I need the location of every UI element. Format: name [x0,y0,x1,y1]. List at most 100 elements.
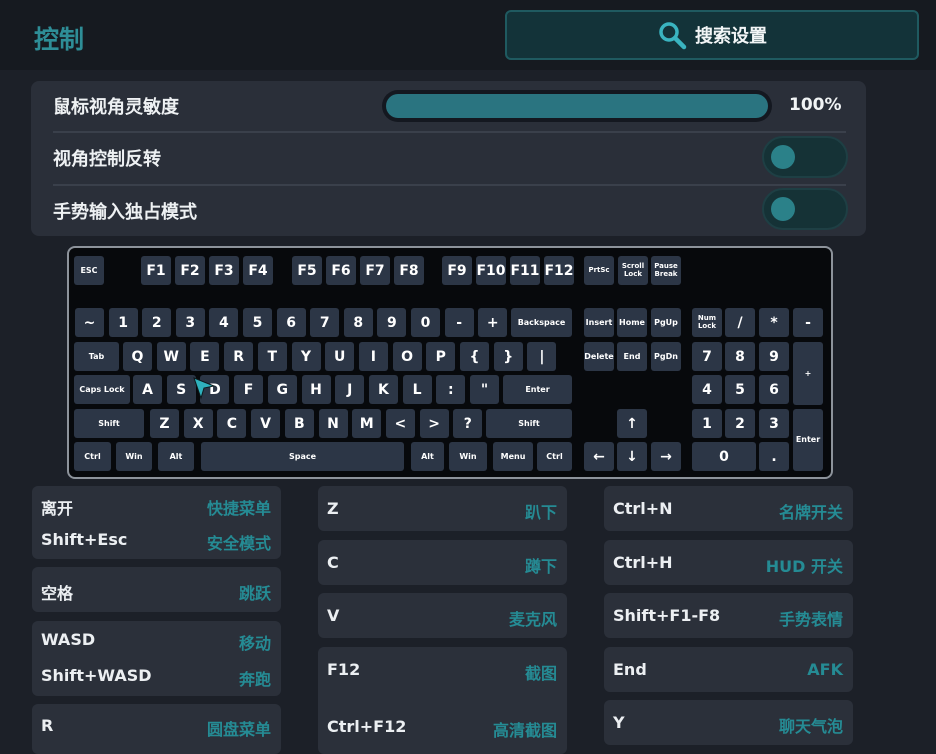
key-sym[interactable]: > [419,409,449,438]
key-r[interactable]: R [224,342,254,371]
key-insert[interactable]: Insert [584,308,614,337]
key-w[interactable]: W [156,342,186,371]
key-menu[interactable]: Menu [493,442,533,471]
key-sym[interactable]: : [436,375,466,404]
key-1[interactable]: 1 [692,409,722,438]
key-sym[interactable]: ? [453,409,483,438]
key-f3[interactable]: F3 [209,256,239,285]
key-2[interactable]: 2 [725,409,755,438]
key-alt[interactable]: Alt [411,442,444,471]
binding-card[interactable]: 空格 跳跃 [32,567,281,612]
key-sym[interactable]: + [478,308,508,337]
key-delete[interactable]: Delete [584,342,614,371]
gesture-toggle[interactable] [762,188,848,230]
key-h[interactable]: H [301,375,331,404]
key-home[interactable]: Home [617,308,647,337]
key-sym[interactable]: - [444,308,474,337]
key-4[interactable]: 4 [692,375,722,404]
key-e[interactable]: E [190,342,220,371]
binding-card[interactable]: Y 聊天气泡 [604,700,853,745]
binding-card[interactable]: Z 趴下 [318,486,567,531]
key-sym[interactable]: { [460,342,489,371]
key-1[interactable]: 1 [108,308,138,337]
key-sym[interactable]: . [759,442,789,471]
key-prtsc[interactable]: PrtSc [584,256,614,285]
key-6[interactable]: 6 [759,375,789,404]
key-f4[interactable]: F4 [243,256,273,285]
key-u[interactable]: U [325,342,355,371]
key-7[interactable]: 7 [692,342,722,371]
invert-toggle[interactable] [762,136,848,178]
key-tab[interactable]: Tab [74,342,119,371]
key-a[interactable]: A [133,375,162,404]
key-sym[interactable]: ← [584,442,614,471]
key-sym[interactable]: | [527,342,557,371]
binding-card[interactable]: End AFK [604,647,853,692]
key-f7[interactable]: F7 [360,256,390,285]
key-t[interactable]: T [257,342,287,371]
key-m[interactable]: M [352,409,382,438]
binding-card[interactable]: F12 截图 Ctrl+F12 高清截图 [318,647,567,754]
key-shift[interactable]: Shift [486,409,572,438]
key-z[interactable]: Z [150,409,179,438]
key-l[interactable]: L [402,375,432,404]
key-3[interactable]: 3 [759,409,789,438]
key-i[interactable]: I [358,342,388,371]
key-sym[interactable]: → [651,442,681,471]
key-f6[interactable]: F6 [326,256,356,285]
key-g[interactable]: G [267,375,297,404]
key-ctrl[interactable]: Ctrl [74,442,111,471]
key-0[interactable]: 0 [692,442,756,471]
key-f12[interactable]: F12 [544,256,574,285]
key-p[interactable]: P [426,342,456,371]
key-sym[interactable]: ↑ [617,409,647,438]
key-f1[interactable]: F1 [141,256,171,285]
key-3[interactable]: 3 [175,308,205,337]
key-f10[interactable]: F10 [476,256,506,285]
key-esc[interactable]: ESC [74,256,104,285]
binding-card[interactable]: 离开 快捷菜单 Shift+Esc 安全模式 [32,486,281,559]
key-shift[interactable]: Shift [74,409,144,438]
key-5[interactable]: 5 [243,308,272,337]
key-alt[interactable]: Alt [158,442,194,471]
key-f11[interactable]: F11 [510,256,540,285]
key-k[interactable]: K [368,375,398,404]
key-space[interactable]: Space [201,442,404,471]
key-win[interactable]: Win [449,442,487,471]
key-enter[interactable]: Enter [503,375,572,404]
key-num-lock[interactable]: Num Lock [692,308,722,337]
key-sym[interactable]: ↓ [617,442,647,471]
key-0[interactable]: 0 [411,308,440,337]
key-caps-lock[interactable]: Caps Lock [74,375,130,404]
key-sym[interactable]: + [793,342,823,405]
key-sym[interactable]: / [725,308,755,337]
key-pgup[interactable]: PgUp [651,308,681,337]
binding-card[interactable]: V 麦克风 [318,593,567,638]
sensitivity-slider[interactable] [382,90,772,122]
key-backspace[interactable]: Backspace [511,308,572,337]
key-enter[interactable]: Enter [793,409,823,471]
binding-card[interactable]: Ctrl+N 名牌开关 [604,486,853,531]
key-sym[interactable]: - [793,308,823,337]
key-ctrl[interactable]: Ctrl [537,442,572,471]
key-x[interactable]: X [183,409,213,438]
key-v[interactable]: V [251,409,281,438]
key-b[interactable]: B [284,409,314,438]
key-f8[interactable]: F8 [394,256,424,285]
binding-card[interactable]: Shift+F1-F8 手势表情 [604,593,853,638]
key-sym[interactable]: " [470,375,499,404]
binding-card[interactable]: Ctrl+H HUD 开关 [604,540,853,585]
key-n[interactable]: N [318,409,348,438]
binding-card[interactable]: C 蹲下 [318,540,567,585]
key-2[interactable]: 2 [142,308,172,337]
binding-card[interactable]: WASD 移动 Shift+WASD 奔跑 [32,621,281,696]
key-9[interactable]: 9 [377,308,407,337]
key-y[interactable]: Y [291,342,321,371]
key-sym[interactable]: * [759,308,789,337]
key-win[interactable]: Win [116,442,152,471]
key-8[interactable]: 8 [343,308,373,337]
key-j[interactable]: J [335,375,365,404]
key-pause-break[interactable]: Pause Break [651,256,681,285]
binding-card[interactable]: R 圆盘菜单 [32,704,281,754]
key-pgdn[interactable]: PgDn [651,342,681,371]
